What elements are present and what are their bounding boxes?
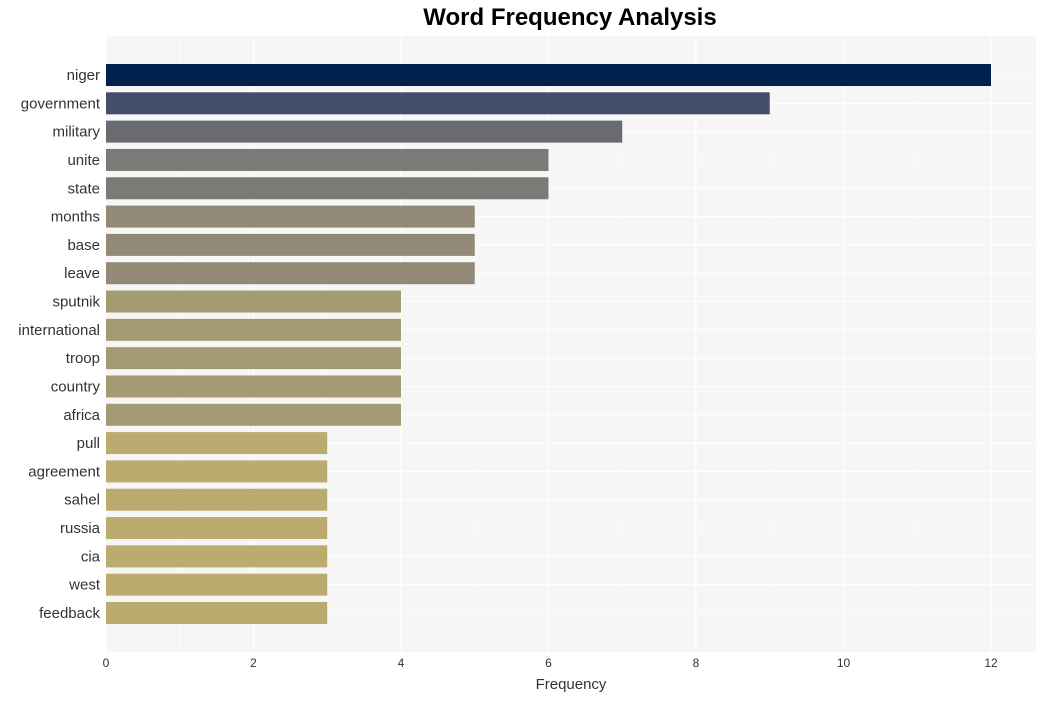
x-tick-label: 2 [250, 656, 257, 670]
x-tick-label: 12 [984, 656, 998, 670]
y-label-cia: cia [81, 548, 101, 565]
x-tick-label: 8 [693, 656, 700, 670]
y-label-feedback: feedback [39, 605, 100, 622]
y-axis-labels: niger government military unite state months b… [18, 67, 101, 622]
y-label-government: government [21, 95, 101, 112]
bar-base [106, 233, 475, 256]
y-label-west: west [68, 577, 101, 594]
y-label-country: country [51, 378, 101, 395]
x-tick-label: 10 [837, 656, 851, 670]
bar-pull [106, 432, 328, 455]
y-label-state: state [67, 180, 100, 197]
y-label-unite: unite [67, 152, 100, 169]
bar-government [106, 92, 770, 115]
bar-months [106, 205, 475, 228]
bar-troop [106, 347, 401, 370]
y-label-agreement: agreement [28, 463, 101, 480]
x-tick-label: 6 [545, 656, 552, 670]
x-tick-label: 4 [398, 656, 405, 670]
y-label-niger: niger [67, 67, 100, 84]
bar-niger [106, 64, 991, 86]
y-label-sputnik: sputnik [52, 294, 100, 311]
y-label-international: international [18, 322, 100, 339]
bar-country [106, 375, 401, 398]
y-label-months: months [51, 209, 100, 226]
bar-africa [106, 403, 401, 426]
bar-sputnik [106, 290, 401, 313]
bar-chart: niger government military unite state months b… [18, 36, 1036, 693]
x-axis-ticks: 0 2 4 6 8 10 12 [103, 656, 998, 670]
bar-leave [106, 262, 475, 285]
y-label-base: base [67, 237, 100, 254]
bar-west [106, 573, 328, 596]
y-label-russia: russia [60, 520, 101, 537]
bar-cia [106, 545, 328, 568]
bar-international [106, 318, 401, 341]
y-label-sahel: sahel [64, 492, 100, 509]
bar-agreement [106, 460, 328, 483]
bar-feedback [106, 602, 328, 624]
bar-russia [106, 517, 328, 540]
y-label-military: military [53, 124, 101, 141]
y-label-africa: africa [63, 407, 100, 424]
y-label-pull: pull [77, 435, 100, 452]
x-axis-title: Frequency [536, 676, 607, 693]
bar-military [106, 120, 623, 143]
y-label-troop: troop [66, 350, 100, 367]
y-label-leave: leave [64, 265, 100, 282]
bar-state [106, 177, 549, 200]
x-tick-label: 0 [103, 656, 110, 670]
bar-sahel [106, 488, 328, 511]
bar-unite [106, 148, 549, 171]
